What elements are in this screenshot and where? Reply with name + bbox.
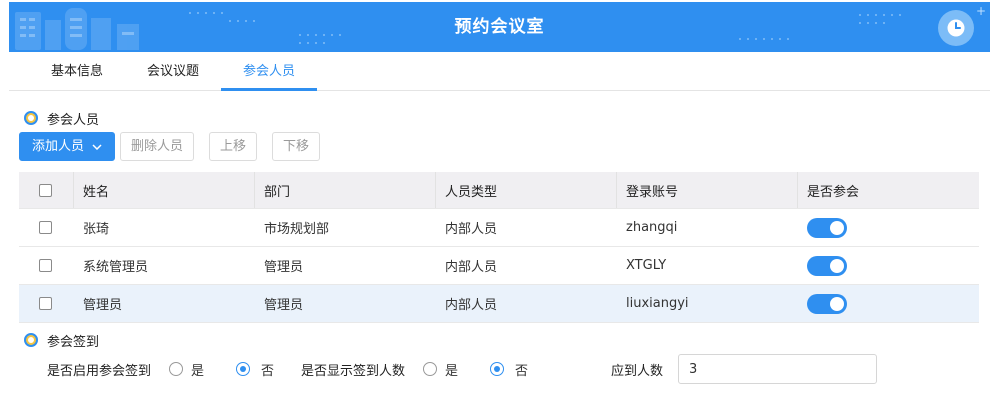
- table-row[interactable]: 张琦 市场规划部 内部人员 zhangqi: [19, 209, 979, 247]
- cell-type: 内部人员: [445, 298, 498, 313]
- chevron-down-icon: [92, 143, 102, 150]
- cell-account: liuxiangyi: [626, 296, 689, 311]
- enable-signin-no-radio[interactable]: [236, 362, 250, 376]
- tab-basic-info[interactable]: 基本信息: [33, 52, 121, 91]
- enable-signin-yes-label: 是: [191, 363, 205, 379]
- cell-dept: 市场规划部: [264, 222, 330, 237]
- table-row[interactable]: 系统管理员 管理员 内部人员 XTGLY: [19, 247, 979, 285]
- show-count-no-radio[interactable]: [490, 362, 504, 376]
- add-attendee-button[interactable]: 添加人员: [19, 132, 115, 161]
- row-checkbox[interactable]: [39, 297, 52, 310]
- cell-name: 张琦: [83, 222, 110, 237]
- show-signin-count-label: 是否显示签到人数: [301, 363, 406, 379]
- move-up-button[interactable]: 上移: [209, 132, 257, 161]
- sparkle-icon: +: [975, 4, 986, 18]
- delete-attendee-button[interactable]: 删除人员: [120, 132, 194, 161]
- column-header-type: 人员类型: [445, 184, 498, 200]
- cell-dept: 管理员: [264, 260, 304, 275]
- cell-name: 系统管理员: [83, 260, 149, 275]
- cell-type: 内部人员: [445, 222, 498, 237]
- row-checkbox[interactable]: [39, 259, 52, 272]
- signin-section-title: 参会签到: [47, 334, 100, 350]
- attendees-section-title: 参会人员: [47, 112, 100, 128]
- column-header-attend: 是否参会: [807, 184, 860, 200]
- move-down-button[interactable]: 下移: [272, 132, 320, 161]
- row-checkbox[interactable]: [39, 221, 52, 234]
- show-count-yes-label: 是: [445, 363, 459, 379]
- attend-toggle[interactable]: [807, 293, 847, 314]
- table-row[interactable]: 管理员 管理员 内部人员 liuxiangyi: [19, 285, 979, 323]
- table-header-row: 姓名 部门 人员类型 登录账号 是否参会: [19, 172, 979, 209]
- expected-count-input[interactable]: [678, 354, 877, 384]
- show-count-no-option[interactable]: 否: [490, 360, 529, 379]
- add-attendee-label: 添加人员: [31, 139, 84, 154]
- active-tab-indicator: [221, 88, 317, 91]
- show-count-yes-radio[interactable]: [423, 362, 437, 376]
- signin-section-header: 参会签到: [24, 330, 99, 350]
- cell-name: 管理员: [83, 298, 123, 313]
- show-count-yes-option[interactable]: 是: [423, 360, 459, 379]
- attend-toggle[interactable]: [807, 255, 847, 276]
- enable-signin-no-label: 否: [261, 363, 275, 379]
- clock-icon: [938, 10, 974, 46]
- cell-account: zhangqi: [626, 220, 678, 235]
- cell-dept: 管理员: [264, 298, 304, 313]
- enable-signin-yes-radio[interactable]: [169, 362, 183, 376]
- tab-agenda[interactable]: 会议议题: [129, 52, 217, 91]
- section-bullet-icon: [24, 111, 38, 125]
- attend-toggle[interactable]: [807, 217, 847, 238]
- enable-signin-yes-option[interactable]: 是: [169, 360, 205, 379]
- expected-count-label: 应到人数: [611, 363, 664, 379]
- enable-signin-no-option[interactable]: 否: [236, 360, 275, 379]
- app-header: 预约会议室 +: [9, 2, 990, 52]
- show-count-no-label: 否: [515, 363, 529, 379]
- tab-attendees[interactable]: 参会人员: [225, 52, 313, 91]
- column-header-dept: 部门: [264, 184, 291, 200]
- attendees-section-header: 参会人员: [24, 108, 99, 128]
- cell-account: XTGLY: [626, 258, 667, 273]
- cell-type: 内部人员: [445, 260, 498, 275]
- tab-bar: 基本信息 会议议题 参会人员: [9, 52, 990, 91]
- column-header-account: 登录账号: [626, 184, 679, 200]
- column-header-name: 姓名: [83, 184, 110, 200]
- section-bullet-icon: [24, 333, 38, 347]
- attendees-table: 姓名 部门 人员类型 登录账号 是否参会 张琦 市场规划部 内部人员 zhang…: [19, 172, 979, 323]
- select-all-checkbox[interactable]: [39, 183, 52, 197]
- enable-signin-label: 是否启用参会签到: [47, 363, 152, 379]
- page-title: 预约会议室: [454, 17, 545, 37]
